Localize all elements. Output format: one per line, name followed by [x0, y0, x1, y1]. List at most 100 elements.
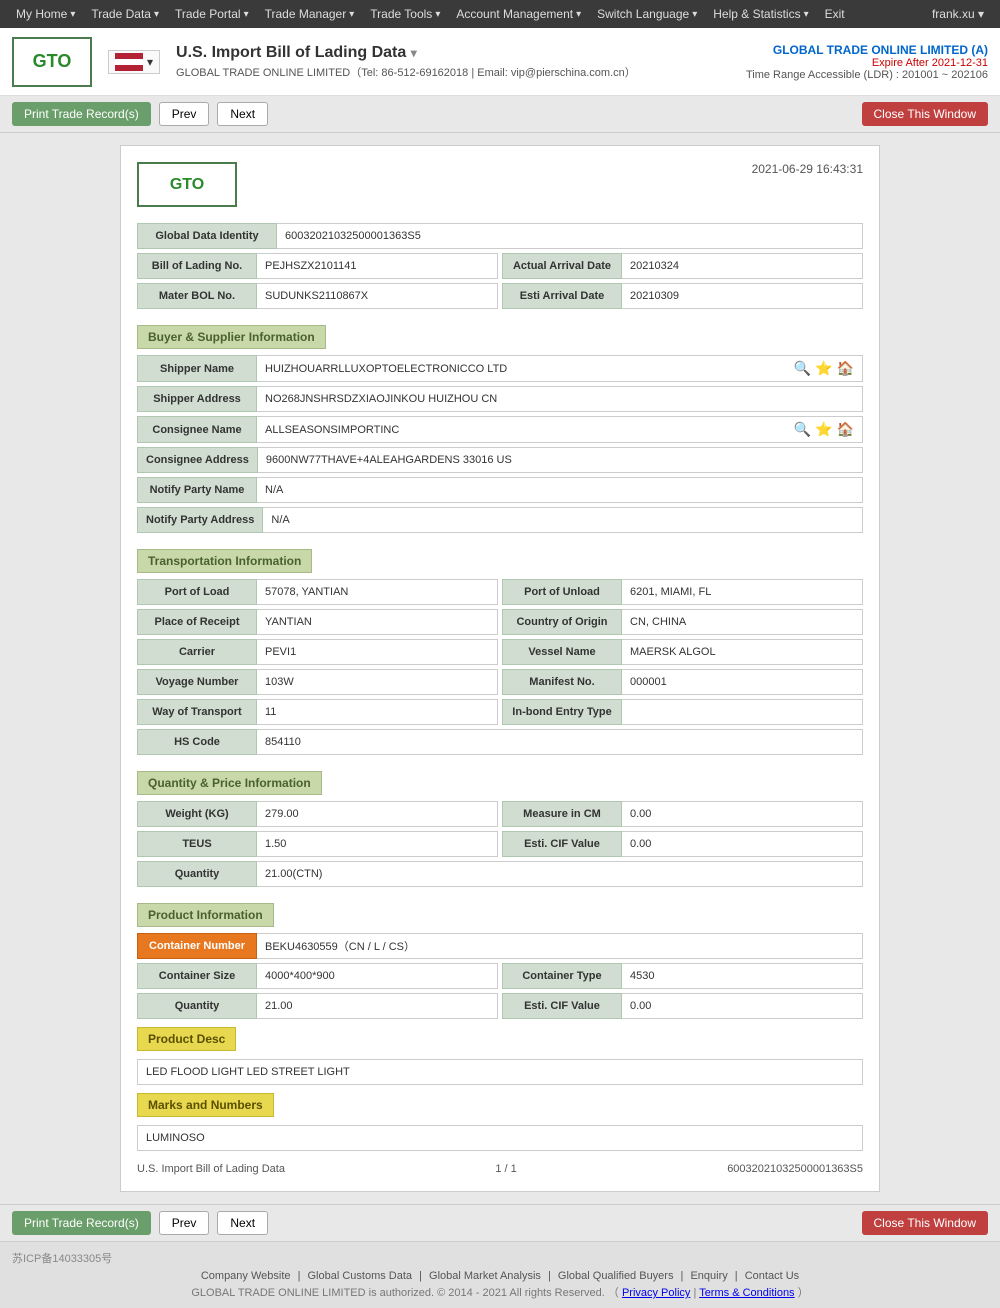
logo-area: GTO — [12, 37, 92, 87]
port-load-value: 57078, YANTIAN — [257, 579, 498, 605]
transportation-section-header: Transportation Information — [137, 549, 312, 573]
nav-my-home[interactable]: My Home ▾ — [8, 0, 83, 28]
consignee-address-value: 9600NW77THAVE+4ALEAHGARDENS 33016 US — [258, 447, 863, 473]
print-button[interactable]: Print Trade Record(s) — [12, 102, 151, 126]
nav-trade-data-chevron: ▾ — [154, 9, 159, 20]
voyage-number-col: Voyage Number 103W — [137, 669, 498, 695]
card-footer-page: 1 / 1 — [495, 1163, 516, 1175]
nav-trade-portal[interactable]: Trade Portal ▾ — [167, 0, 257, 28]
shipper-star-icon[interactable]: ⭐ — [815, 360, 832, 377]
weight-measure-row: Weight (KG) 279.00 Measure in CM 0.00 — [137, 801, 863, 827]
qty2-value: 21.00 — [257, 993, 498, 1019]
shipper-home-icon[interactable]: 🏠 — [837, 360, 854, 377]
header-right: GLOBAL TRADE ONLINE LIMITED (A) Expire A… — [746, 43, 988, 81]
top-toolbar: Print Trade Record(s) Prev Next Close Th… — [0, 96, 1000, 133]
cif2-col: Esti. CIF Value 0.00 — [502, 993, 863, 1019]
nav-trade-data[interactable]: Trade Data ▾ — [83, 0, 167, 28]
header-bar: GTO ▾ U.S. Import Bill of Lading Data ▾ … — [0, 28, 1000, 96]
master-bol-col: Mater BOL No. SUDUNKS2110867X — [137, 283, 498, 309]
nav-account-management[interactable]: Account Management ▾ — [448, 0, 589, 28]
next-button[interactable]: Next — [217, 102, 268, 126]
user-menu[interactable]: frank.xu ▾ — [924, 7, 992, 21]
measure-label: Measure in CM — [502, 801, 622, 827]
qty2-cif2-row: Quantity 21.00 Esti. CIF Value 0.00 — [137, 993, 863, 1019]
marks-numbers-value: LUMINOSO — [137, 1125, 863, 1151]
bottom-next-button[interactable]: Next — [217, 1211, 268, 1235]
vessel-name-col: Vessel Name MAERSK ALGOL — [502, 639, 863, 665]
product-desc-label: Product Desc — [137, 1027, 236, 1051]
consignee-search-icon[interactable]: 🔍 — [794, 421, 811, 438]
card-logo: GTO — [137, 162, 237, 207]
footer-global-buyers[interactable]: Global Qualified Buyers — [558, 1270, 674, 1282]
shipper-search-icon[interactable]: 🔍 — [794, 360, 811, 377]
card-date: 2021-06-29 16:43:31 — [752, 162, 863, 176]
shipper-name-value: HUIZHOUARRLLUXOPTOELECTRONICCO LTD 🔍 ⭐ 🏠 — [257, 355, 863, 382]
place-receipt-col: Place of Receipt YANTIAN — [137, 609, 498, 635]
icp-number: 苏ICP备14033305号 — [12, 1250, 988, 1266]
container-size-label: Container Size — [137, 963, 257, 989]
footer-enquiry[interactable]: Enquiry — [690, 1270, 727, 1282]
consignee-star-icon[interactable]: ⭐ — [815, 421, 832, 438]
weight-col: Weight (KG) 279.00 — [137, 801, 498, 827]
notify-party-address-value: N/A — [263, 507, 863, 533]
footer-links: Company Website | Global Customs Data | … — [12, 1270, 988, 1282]
privacy-policy-link[interactable]: Privacy Policy — [622, 1287, 690, 1299]
close-button[interactable]: Close This Window — [862, 102, 988, 126]
card-footer-id: 60032021032500001363S5 — [727, 1163, 863, 1175]
way-transport-value: 11 — [257, 699, 498, 725]
footer-company-website[interactable]: Company Website — [201, 1270, 291, 1282]
manifest-no-label: Manifest No. — [502, 669, 622, 695]
flag-selector[interactable]: ▾ — [108, 50, 160, 74]
shipper-address-label: Shipper Address — [137, 386, 257, 412]
nav-trade-manager[interactable]: Trade Manager ▾ — [257, 0, 363, 28]
measure-col: Measure in CM 0.00 — [502, 801, 863, 827]
bil-row: Bill of Lading No. PEJHSZX2101141 Actual… — [137, 253, 863, 279]
footer-contact[interactable]: Contact Us — [745, 1270, 799, 1282]
container-type-label: Container Type — [502, 963, 622, 989]
us-flag-icon — [115, 53, 143, 71]
consignee-home-icon[interactable]: 🏠 — [837, 421, 854, 438]
teus-col: TEUS 1.50 — [137, 831, 498, 857]
quantity-label: Quantity — [137, 861, 257, 887]
shipper-address-row: Shipper Address NO268JNSHRSDZXIAOJINKOU … — [137, 386, 863, 412]
bottom-close-button[interactable]: Close This Window — [862, 1211, 988, 1235]
bottom-prev-button[interactable]: Prev — [159, 1211, 210, 1235]
esti-cif-col: Esti. CIF Value 0.00 — [502, 831, 863, 857]
cif2-value: 0.00 — [622, 993, 863, 1019]
footer-global-customs[interactable]: Global Customs Data — [308, 1270, 413, 1282]
title-dropdown-icon: ▾ — [411, 46, 417, 60]
weight-value: 279.00 — [257, 801, 498, 827]
prev-button[interactable]: Prev — [159, 102, 210, 126]
voyage-manifest-row: Voyage Number 103W Manifest No. 000001 — [137, 669, 863, 695]
container-number-label: Container Number — [137, 933, 257, 959]
port-unload-col: Port of Unload 6201, MIAMI, FL — [502, 579, 863, 605]
terms-conditions-link[interactable]: Terms & Conditions — [699, 1287, 794, 1299]
nav-exit[interactable]: Exit — [817, 0, 853, 28]
notify-party-name-row: Notify Party Name N/A — [137, 477, 863, 503]
inbond-entry-label: In-bond Entry Type — [502, 699, 622, 725]
qty2-col: Quantity 21.00 — [137, 993, 498, 1019]
container-type-col: Container Type 4530 — [502, 963, 863, 989]
nav-switch-language[interactable]: Switch Language ▾ — [589, 0, 705, 28]
container-number-row: Container Number BEKU4630559（CN / L / CS… — [137, 933, 863, 959]
notify-party-name-value: N/A — [257, 477, 863, 503]
marks-numbers-label: Marks and Numbers — [137, 1093, 274, 1117]
global-data-identity-label: Global Data Identity — [137, 223, 277, 249]
global-data-identity-row: Global Data Identity 6003202103250000136… — [137, 223, 863, 249]
nav-trade-tools[interactable]: Trade Tools ▾ — [362, 0, 448, 28]
carrier-label: Carrier — [137, 639, 257, 665]
main-content: GTO 2021-06-29 16:43:31 Global Data Iden… — [0, 133, 1000, 1204]
product-desc-label-row: Product Desc — [137, 1023, 863, 1055]
bill-of-lading-col: Bill of Lading No. PEJHSZX2101141 — [137, 253, 498, 279]
teus-label: TEUS — [137, 831, 257, 857]
nav-help-statistics[interactable]: Help & Statistics ▾ — [705, 0, 816, 28]
bottom-print-button[interactable]: Print Trade Record(s) — [12, 1211, 151, 1235]
teus-value: 1.50 — [257, 831, 498, 857]
footer-global-market[interactable]: Global Market Analysis — [429, 1270, 541, 1282]
page-title: U.S. Import Bill of Lading Data ▾ — [176, 44, 746, 62]
nav-help-chevron: ▾ — [804, 9, 809, 20]
notify-party-address-row: Notify Party Address N/A — [137, 507, 863, 533]
hs-code-label: HS Code — [137, 729, 257, 755]
consignee-address-row: Consignee Address 9600NW77THAVE+4ALEAHGA… — [137, 447, 863, 473]
global-data-identity-value: 60032021032500001363S5 — [277, 223, 863, 249]
